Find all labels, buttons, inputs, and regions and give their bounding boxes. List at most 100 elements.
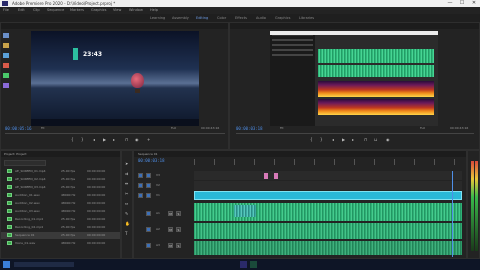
- mark-in-icon[interactable]: {: [71, 137, 74, 142]
- source-fit-select[interactable]: Fit: [41, 126, 45, 130]
- taskbar-premiere-icon[interactable]: [240, 261, 247, 268]
- menu-clip[interactable]: Clip: [33, 7, 40, 14]
- meter-left: [471, 161, 474, 251]
- workspace-audio[interactable]: Audio: [256, 14, 266, 22]
- step-forward-icon[interactable]: ▸: [352, 137, 354, 142]
- source-scrubber[interactable]: [5, 133, 225, 134]
- list-item[interactable]: AE_SCREEN_02.mp4 25.00 fps 00:00:00:00: [1, 176, 120, 183]
- mute-a2-button[interactable]: M: [168, 227, 173, 232]
- taskbar-search-input[interactable]: [14, 262, 74, 267]
- list-item[interactable]: Recording_01.mp4 25.00 fps 00:00:00:00: [1, 216, 120, 223]
- clip-marker[interactable]: [274, 173, 278, 179]
- audio-clip-a3[interactable]: [194, 241, 462, 255]
- menu-help[interactable]: Help: [150, 7, 158, 14]
- track-target-v3[interactable]: [146, 173, 151, 178]
- track-select-icon[interactable]: ⇉: [125, 171, 128, 176]
- extract-icon[interactable]: ⊔: [374, 137, 377, 142]
- menu-markers[interactable]: Markers: [70, 7, 84, 14]
- menu-sequence[interactable]: Sequence: [47, 7, 64, 14]
- add-button-icon[interactable]: +: [147, 137, 150, 142]
- slip-tool-icon[interactable]: ⇔: [125, 201, 128, 206]
- menu-edit[interactable]: Edit: [18, 7, 25, 14]
- source-video-frame[interactable]: 23:43: [31, 31, 199, 126]
- close-button[interactable]: ✕: [468, 0, 480, 7]
- source-resolution-select[interactable]: Full: [171, 126, 176, 130]
- selection-tool-icon[interactable]: ➤: [125, 161, 128, 166]
- play-icon[interactable]: ▶: [342, 137, 345, 142]
- export-frame-icon[interactable]: ◉: [135, 137, 139, 142]
- workspace-graphics[interactable]: Graphics: [275, 14, 290, 22]
- taskbar-audition-icon[interactable]: [250, 261, 257, 268]
- source-duration: 00:00:43:16: [201, 126, 220, 130]
- lift-icon[interactable]: ⊓: [364, 137, 367, 142]
- time-ruler[interactable]: [194, 159, 464, 165]
- mute-a3-button[interactable]: M: [168, 243, 173, 248]
- export-frame-icon[interactable]: ◉: [386, 137, 390, 142]
- list-item[interactable]: Recording_02.mp4 25.00 fps 00:00:00:00: [1, 224, 120, 231]
- track-target-v1[interactable]: [146, 193, 151, 198]
- maximize-button[interactable]: ☐: [456, 0, 468, 7]
- workspace-learning[interactable]: Learning: [150, 14, 165, 22]
- minimize-button[interactable]: —: [444, 0, 456, 7]
- solo-a2-button[interactable]: S: [176, 227, 181, 232]
- mute-a1-button[interactable]: M: [168, 211, 173, 216]
- hand-tool-icon[interactable]: ✋: [125, 221, 130, 226]
- workspace-assembly[interactable]: Assembly: [172, 14, 189, 22]
- workspace-libraries[interactable]: Libraries: [299, 14, 314, 22]
- workspace-effects[interactable]: Effects: [235, 14, 247, 22]
- menu-file[interactable]: File: [3, 7, 9, 14]
- step-back-icon[interactable]: ◂: [93, 137, 95, 142]
- program-video-frame[interactable]: [270, 31, 438, 126]
- step-forward-icon[interactable]: ▸: [113, 137, 115, 142]
- program-scrubber[interactable]: [236, 133, 474, 134]
- title-bar: Adobe Premiere Pro 2020 - D:\Video\Proje…: [0, 0, 480, 7]
- menu-view[interactable]: View: [113, 7, 121, 14]
- track-target-a2[interactable]: [146, 227, 151, 232]
- audio-clip-a1-highlight[interactable]: [234, 205, 256, 217]
- solo-a3-button[interactable]: S: [176, 243, 181, 248]
- clip-marker[interactable]: [264, 173, 268, 179]
- list-item[interactable]: Audition_03.wav 48000 Hz 00:00:00:00: [1, 208, 120, 215]
- program-timecode[interactable]: 00:00:03:18: [236, 126, 263, 131]
- track-target-v2[interactable]: [146, 183, 151, 188]
- list-item[interactable]: AE_SCREEN_01.mp4 25.00 fps 00:00:00:00: [1, 168, 120, 175]
- list-item[interactable]: Audition_01.wav 48000 Hz 00:00:00:00: [1, 192, 120, 199]
- track-target-a3[interactable]: [146, 243, 151, 248]
- project-search-input[interactable]: [4, 160, 46, 166]
- play-icon[interactable]: ▶: [103, 137, 106, 142]
- program-fit-select[interactable]: Fit: [280, 126, 284, 130]
- track-target-a1[interactable]: [146, 211, 151, 216]
- type-tool-icon[interactable]: T: [125, 231, 127, 236]
- insert-icon[interactable]: ⊓: [125, 137, 128, 142]
- solo-a1-button[interactable]: S: [176, 211, 181, 216]
- playhead[interactable]: [452, 171, 453, 257]
- list-item[interactable]: AE_SCREEN_03.mp4 25.00 fps 00:00:00:00: [1, 184, 120, 191]
- tab-project[interactable]: Project: Project: [4, 151, 27, 157]
- audio-clip-a2[interactable]: [194, 223, 462, 239]
- menu-window[interactable]: Window: [129, 7, 143, 14]
- mark-out-icon[interactable]: }: [320, 137, 323, 142]
- workspace-color[interactable]: Color: [217, 14, 226, 22]
- source-patch-v[interactable]: [138, 183, 143, 188]
- mark-out-icon[interactable]: }: [81, 137, 84, 142]
- list-item[interactable]: Audition_02.wav 48000 Hz 00:00:00:00: [1, 200, 120, 207]
- step-back-icon[interactable]: ◂: [332, 137, 334, 142]
- ripple-edit-icon[interactable]: ⇹: [125, 181, 128, 186]
- source-patch-v[interactable]: [138, 193, 143, 198]
- pen-tool-icon[interactable]: ✎: [125, 211, 128, 216]
- program-monitor: 00:00:03:18 Fit Full 00:00:43:16 { } ◂ ▶…: [229, 22, 480, 150]
- source-timecode[interactable]: 00:00:05:16: [5, 126, 32, 131]
- program-resolution-select[interactable]: Full: [420, 126, 425, 130]
- tab-sequence[interactable]: Sequence 01: [138, 151, 158, 157]
- mark-in-icon[interactable]: {: [310, 137, 313, 142]
- timeline-timecode[interactable]: 00:00:03:18: [138, 158, 165, 163]
- source-patch-v[interactable]: [138, 173, 143, 178]
- timeline-tracks-area[interactable]: [194, 171, 462, 257]
- menu-graphics[interactable]: Graphics: [91, 7, 106, 14]
- start-button-icon[interactable]: [3, 261, 10, 268]
- razor-tool-icon[interactable]: ✂: [125, 191, 128, 196]
- workspace-editing[interactable]: Editing: [196, 14, 208, 22]
- video-clip-v1[interactable]: [194, 191, 462, 200]
- list-item-selected[interactable]: Sequence 01 25.00 fps 00:00:00:00: [1, 232, 120, 239]
- list-item[interactable]: Voice_01.wav 48000 Hz 00:00:00:00: [1, 240, 120, 247]
